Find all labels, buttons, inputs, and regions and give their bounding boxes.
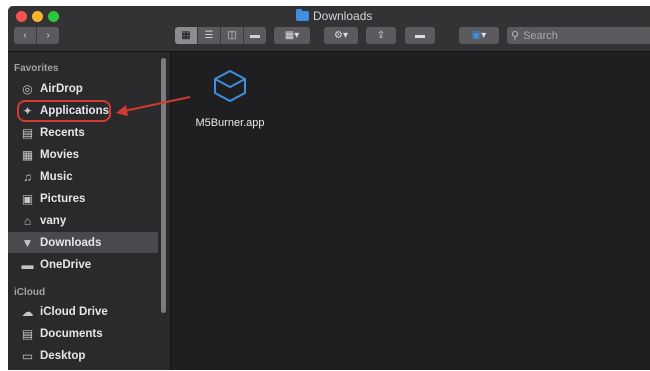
sidebar-item-movies[interactable]: ▦ Movies bbox=[8, 144, 158, 165]
minimize-window-button[interactable] bbox=[32, 11, 43, 22]
sidebar-item-desktop[interactable]: ▭ Desktop bbox=[8, 345, 158, 366]
back-button[interactable]: ‹ bbox=[14, 27, 37, 44]
share-button[interactable]: ⇪ bbox=[366, 27, 396, 44]
chevron-right-icon: › bbox=[46, 30, 50, 41]
sidebar-scrollbar[interactable] bbox=[161, 58, 166, 313]
sidebar-item-label: OneDrive bbox=[40, 258, 92, 271]
search-field[interactable]: ⚲ Search bbox=[507, 27, 650, 44]
finder-window: Downloads ‹ › ▦ ☰ ◫ ▬ ▦▾ ⚙▾ ⇪ ▬ ▣▾ ⚲ Se bbox=[8, 6, 650, 370]
app-box-icon bbox=[214, 70, 246, 102]
home-icon: ⌂ bbox=[23, 213, 32, 228]
window-title-text: Downloads bbox=[313, 9, 373, 23]
gear-icon: ⚙▾ bbox=[334, 30, 348, 41]
desktop-icon: ▭ bbox=[21, 348, 34, 363]
documents-icon: ▤ bbox=[21, 326, 34, 341]
sidebar-item-downloads[interactable]: ▼ Downloads bbox=[8, 232, 158, 253]
navigation-buttons: ‹ › bbox=[14, 27, 59, 44]
sidebar-item-label: Downloads bbox=[40, 236, 102, 249]
sidebar-item-label: iCloud Drive bbox=[40, 305, 108, 318]
share-icon: ⇪ bbox=[376, 30, 386, 41]
sidebar-item-airdrop[interactable]: ◎ AirDrop bbox=[8, 78, 158, 99]
tag-icon: ▬ bbox=[415, 30, 425, 41]
action-menu-button[interactable]: ⚙▾ bbox=[324, 27, 358, 44]
column-view-button[interactable]: ◫ bbox=[221, 27, 244, 44]
sidebar-item-label: Movies bbox=[40, 148, 79, 161]
zoom-window-button[interactable] bbox=[48, 11, 59, 22]
dropbox-button[interactable]: ▣ ▾ bbox=[459, 27, 499, 44]
sidebar-item-icloud-drive[interactable]: ☁ iCloud Drive bbox=[8, 301, 158, 322]
sidebar-item-label: Documents bbox=[40, 327, 103, 340]
sidebar-item-onedrive[interactable]: ▬ OneDrive bbox=[8, 254, 158, 275]
chevron-down-icon: ▾ bbox=[481, 30, 487, 41]
music-icon: ♫ bbox=[23, 169, 32, 184]
group-grid-icon: ▦▾ bbox=[284, 30, 300, 41]
file-browser-content: M5Burner.app bbox=[171, 52, 650, 370]
recents-icon: ▤ bbox=[21, 125, 34, 140]
group-by-button[interactable]: ▦▾ bbox=[274, 27, 310, 44]
file-item[interactable]: M5Burner.app bbox=[185, 66, 275, 129]
file-name: M5Burner.app bbox=[195, 117, 265, 129]
sidebar-item-home[interactable]: ⌂ vany bbox=[8, 210, 158, 231]
columns-icon: ◫ bbox=[227, 30, 237, 41]
sidebar-item-label: Desktop bbox=[40, 349, 86, 362]
sidebar-item-documents[interactable]: ▤ Documents bbox=[8, 323, 158, 344]
favorites-header: Favorites bbox=[14, 63, 59, 74]
annotation-highlight-box bbox=[17, 100, 111, 122]
view-mode-selector: ▦ ☰ ◫ ▬ bbox=[175, 27, 266, 44]
list-icon: ☰ bbox=[204, 30, 214, 41]
sidebar-item-label: Pictures bbox=[40, 192, 86, 205]
sidebar-item-pictures[interactable]: ▣ Pictures bbox=[8, 188, 158, 209]
dropbox-icon: ▣ bbox=[471, 30, 482, 41]
gallery-icon: ▬ bbox=[250, 30, 260, 41]
search-icon: ⚲ bbox=[511, 30, 520, 42]
cloud-icon: ☁ bbox=[21, 304, 34, 319]
sidebar-item-recents[interactable]: ▤ Recents bbox=[8, 122, 158, 143]
chevron-left-icon: ‹ bbox=[23, 30, 27, 41]
sidebar-item-music[interactable]: ♫ Music bbox=[8, 166, 158, 187]
sidebar-item-label: vany bbox=[40, 214, 67, 227]
icon-view-button[interactable]: ▦ bbox=[175, 27, 198, 44]
close-window-button[interactable] bbox=[16, 11, 27, 22]
downloads-icon: ▼ bbox=[21, 235, 34, 250]
pictures-icon: ▣ bbox=[21, 191, 34, 206]
sidebar-item-label: Music bbox=[40, 170, 73, 183]
icloud-header: iCloud bbox=[14, 287, 46, 298]
forward-button[interactable]: › bbox=[37, 27, 59, 44]
folder-icon bbox=[296, 9, 309, 21]
tags-button[interactable]: ▬ bbox=[405, 27, 435, 44]
grid-icon: ▦ bbox=[181, 30, 191, 41]
sidebar-item-label: AirDrop bbox=[40, 82, 83, 95]
toolbar: Downloads ‹ › ▦ ☰ ◫ ▬ ▦▾ ⚙▾ ⇪ ▬ ▣▾ ⚲ Se bbox=[8, 6, 650, 52]
folder-icon: ▬ bbox=[21, 257, 34, 272]
list-view-button[interactable]: ☰ bbox=[198, 27, 221, 44]
window-title: Downloads bbox=[296, 8, 372, 24]
airdrop-icon: ◎ bbox=[22, 81, 33, 96]
sidebar: Favorites ◎ AirDrop ✦ Applications ▤ Rec… bbox=[8, 52, 171, 370]
gallery-view-button[interactable]: ▬ bbox=[244, 27, 266, 44]
movies-icon: ▦ bbox=[21, 147, 34, 162]
search-placeholder: Search bbox=[523, 29, 558, 42]
sidebar-item-label: Recents bbox=[40, 126, 85, 139]
